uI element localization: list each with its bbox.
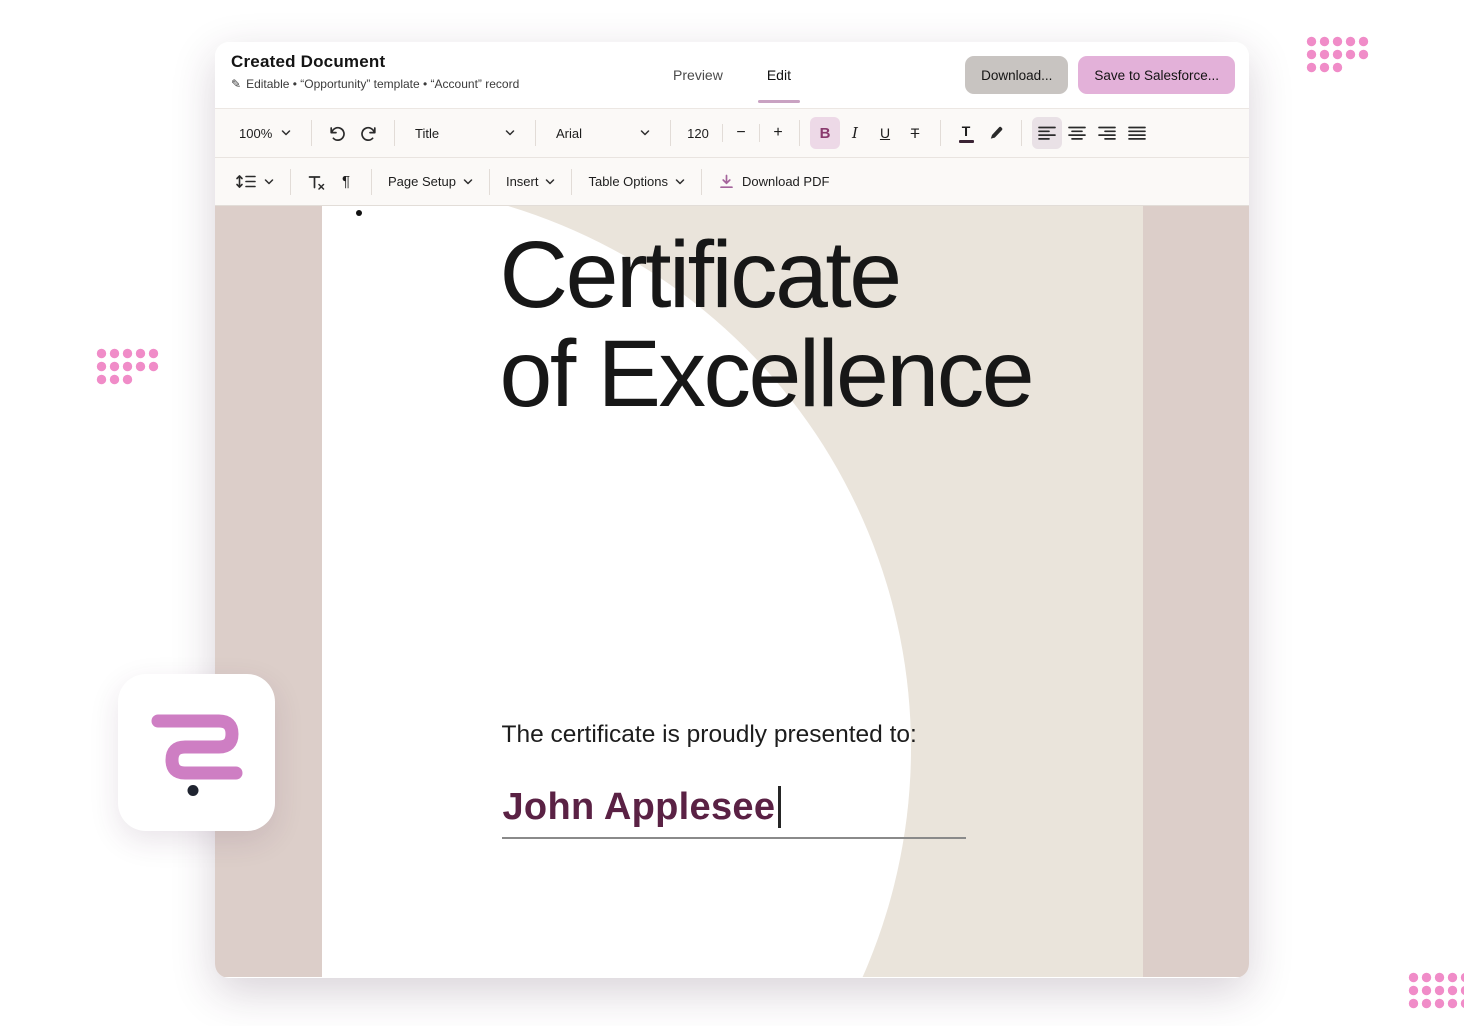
certificate-heading[interactable]: Certificate of Excellence — [500, 226, 1033, 424]
italic-button[interactable]: I — [840, 117, 870, 149]
line-spacing-icon — [235, 174, 257, 189]
font-size-increase-button[interactable]: + — [767, 117, 789, 149]
toolbar-separator — [722, 124, 723, 142]
presented-to-text[interactable]: The certificate is proudly presented to: — [502, 721, 917, 749]
highlighter-pen-icon — [988, 125, 1004, 141]
chevron-down-icon — [463, 179, 473, 185]
text-color-swatch — [959, 140, 974, 143]
recipient-name[interactable]: John Applesee — [503, 786, 776, 829]
bullet-dot — [356, 210, 362, 216]
recipient-name-underline — [502, 837, 966, 839]
undo-button[interactable] — [322, 117, 353, 149]
align-justify-button[interactable] — [1122, 117, 1152, 149]
font-size-decrease-button[interactable]: − — [730, 117, 752, 149]
text-color-button[interactable]: T — [951, 117, 981, 149]
insert-label: Insert — [506, 174, 539, 189]
align-left-icon — [1038, 126, 1056, 140]
align-justify-icon — [1128, 126, 1146, 140]
decor-dots-left — [96, 348, 159, 385]
chevron-down-icon — [675, 179, 685, 185]
brand-logo-icon — [118, 674, 275, 831]
font-family-dropdown[interactable]: Arial — [546, 117, 660, 149]
certificate-page[interactable]: Certificate of Excellence The certificat… — [322, 206, 1143, 977]
document-editor-window: Created Document ✎ Editable • “Opportuni… — [215, 42, 1249, 978]
align-right-button[interactable] — [1092, 117, 1122, 149]
toolbar-separator — [701, 169, 702, 195]
table-options-dropdown[interactable]: Table Options — [582, 166, 691, 198]
align-right-icon — [1098, 126, 1116, 140]
toolbar-separator — [394, 120, 395, 146]
zoom-dropdown[interactable]: 100% — [229, 117, 301, 149]
font-family-value: Arial — [556, 126, 582, 141]
download-icon — [718, 173, 735, 190]
formatting-toolbar: 100% Title — [215, 108, 1249, 206]
toolbar-separator — [371, 169, 372, 195]
toolbar-separator — [1021, 120, 1022, 146]
tab-edit[interactable]: Edit — [758, 42, 800, 108]
toolbar-separator — [290, 169, 291, 195]
redo-button[interactable] — [353, 117, 384, 149]
highlight-button[interactable] — [981, 117, 1011, 149]
header-bar: Created Document ✎ Editable • “Opportuni… — [215, 42, 1249, 108]
toolbar-separator — [670, 120, 671, 146]
decor-dots-bottom-right — [1408, 972, 1464, 1009]
decor-dots-top-right — [1306, 36, 1369, 73]
redo-icon — [359, 125, 378, 142]
toolbar-separator — [759, 124, 760, 142]
line-spacing-dropdown[interactable] — [229, 166, 280, 198]
table-options-label: Table Options — [588, 174, 668, 189]
download-pdf-button[interactable]: Download PDF — [712, 166, 835, 198]
align-center-button[interactable] — [1062, 117, 1092, 149]
chevron-down-icon — [505, 130, 515, 136]
bold-button[interactable]: B — [810, 117, 840, 149]
toolbar-row-2: ¶ Page Setup Insert Table Options — [215, 157, 1249, 205]
strikethrough-button[interactable]: T — [900, 117, 930, 149]
tab-preview[interactable]: Preview — [664, 42, 732, 108]
paragraph-style-dropdown[interactable]: Title — [405, 117, 525, 149]
chevron-down-icon — [264, 179, 274, 185]
toolbar-separator — [311, 120, 312, 146]
text-cursor — [778, 786, 781, 828]
underline-button[interactable]: U — [870, 117, 900, 149]
undo-icon — [328, 125, 347, 142]
toolbar-row-1: 100% Title — [215, 109, 1249, 157]
certificate-heading-line1: Certificate — [500, 226, 1033, 325]
certificate-heading-line2: of Excellence — [500, 325, 1033, 424]
toolbar-separator — [799, 120, 800, 146]
download-button[interactable]: Download... — [965, 56, 1068, 94]
page-setup-label: Page Setup — [388, 174, 456, 189]
recipient-name-row[interactable]: John Applesee — [503, 784, 782, 830]
download-pdf-label: Download PDF — [742, 174, 829, 189]
font-size-value[interactable]: 120 — [681, 117, 715, 149]
header-actions: Download... Save to Salesforce... — [965, 56, 1235, 94]
toolbar-separator — [940, 120, 941, 146]
toolbar-separator — [489, 169, 490, 195]
brand-logo-card — [118, 674, 275, 831]
paragraph-style-value: Title — [415, 126, 439, 141]
chevron-down-icon — [545, 179, 555, 185]
chevron-down-icon — [281, 130, 291, 136]
text-color-icon: T — [959, 124, 974, 143]
save-to-salesforce-button[interactable]: Save to Salesforce... — [1078, 56, 1235, 94]
insert-dropdown[interactable]: Insert — [500, 166, 562, 198]
page-setup-dropdown[interactable]: Page Setup — [382, 166, 479, 198]
toolbar-separator — [571, 169, 572, 195]
zoom-value: 100% — [239, 126, 272, 141]
show-paragraph-marks-button[interactable]: ¶ — [331, 166, 361, 198]
clear-formatting-button[interactable] — [301, 166, 331, 198]
chevron-down-icon — [640, 130, 650, 136]
clear-formatting-icon — [307, 174, 325, 190]
document-canvas: Certificate of Excellence The certificat… — [215, 206, 1249, 977]
align-left-button[interactable] — [1032, 117, 1062, 149]
toolbar-separator — [535, 120, 536, 146]
align-center-icon — [1068, 126, 1086, 140]
